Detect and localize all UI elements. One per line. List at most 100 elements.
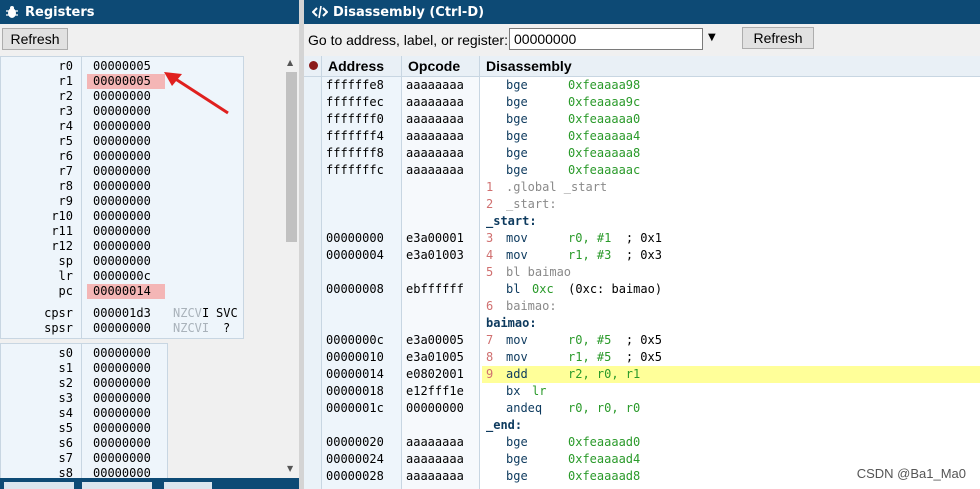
column-disassembly[interactable]: Disassembly [486,56,572,76]
register-value[interactable]: 00000000 [87,346,165,361]
register-value[interactable]: 00000000 [87,89,165,104]
register-value[interactable]: 00000000 [87,119,165,134]
register-value[interactable]: 00000014 [87,284,165,299]
label-row[interactable]: _start: [304,213,980,230]
register-value[interactable]: 00000000 [87,421,165,436]
goto-address-input[interactable] [509,28,703,50]
scrollbar-thumb[interactable] [286,72,297,242]
operands: r0, #5 [568,333,612,347]
operands: r1, #5 [568,350,612,364]
register-row: s7 00000000 [1,451,167,466]
register-value[interactable]: 00000000 [87,149,165,164]
register-value[interactable]: 00000000 [87,254,165,269]
register-flags: NZCVI [173,321,210,335]
instruction-row[interactable]: fffffff4 aaaaaaaa bge 0xfeaaaaa4 [304,128,980,145]
disassembly-cell: andeq r0, r0, r0 [482,400,980,417]
tab-other[interactable] [164,482,212,489]
instruction-row[interactable]: 00000004 e3a01003 4 mov r1, #3 ; 0x3 [304,247,980,264]
registers-scrollbar[interactable]: ▲ ▼ [283,56,299,477]
mnemonic: bge [506,163,528,177]
register-value[interactable]: 00000000 [87,164,165,179]
register-value[interactable]: 00000005 [87,74,165,89]
source-text: .global _start [506,180,608,194]
instruction-row[interactable]: 00000020 aaaaaaaa bge 0xfeaaaad0 [304,434,980,451]
line-number: 7 [486,333,494,347]
disassembly-toolbar: Go to address, label, or register: ▼ [304,24,980,56]
register-value[interactable]: 00000000 [87,104,165,119]
register-name: r7 [58,164,73,178]
register-value[interactable]: 00000000 [87,194,165,209]
line-number: 8 [486,350,494,364]
register-value[interactable]: 00000000 [87,239,165,254]
opcode-cell: e3a00005 [406,333,464,347]
register-row: r12 00000000 [1,239,241,254]
scroll-up-icon[interactable]: ▲ [287,58,293,67]
opcode-cell: aaaaaaaa [406,95,464,109]
instruction-row[interactable]: fffffffc aaaaaaaa bge 0xfeaaaaac [304,162,980,179]
instruction-row[interactable]: fffffff0 aaaaaaaa bge 0xfeaaaaa0 [304,111,980,128]
register-value[interactable]: 00000000 [87,406,165,421]
disassembly-cell: 5 bl baimao [482,264,980,281]
disassembly-cell: bge 0xfeaaaaac [482,162,980,179]
register-value[interactable]: 00000000 [87,224,165,239]
goto-dropdown-icon[interactable]: ▼ [708,32,716,43]
instruction-row[interactable]: 00000008 ebffffff bl 0xc (0xc: baimao) [304,281,980,298]
address-cell: 00000004 [326,248,384,262]
refresh-disassembly-button[interactable]: Refresh [742,27,814,49]
source-line-row[interactable]: 6 baimao: [304,298,980,315]
instruction-row[interactable]: 00000018 e12fff1e bx lr [304,383,980,400]
column-address[interactable]: Address [328,56,384,76]
disassembly-cell: baimao: [482,315,980,332]
opcode-cell: 00000000 [406,401,464,415]
instruction-row[interactable]: 00000000 e3a00001 3 mov r0, #1 ; 0x1 [304,230,980,247]
register-value[interactable]: 00000000 [87,209,165,224]
register-name: r6 [58,149,73,163]
breakpoint-icon[interactable] [309,61,318,70]
register-value[interactable]: 00000000 [87,179,165,194]
register-row: lr 0000000c [1,269,241,284]
instruction-row[interactable]: ffffffe8 aaaaaaaa bge 0xfeaaaa98 [304,77,980,94]
tab-registers[interactable] [4,482,74,489]
operands: 0xc [532,282,554,296]
annotation-arrow [164,72,229,115]
source-line-row[interactable]: 1 .global _start [304,179,980,196]
refresh-registers-button[interactable]: Refresh [2,28,68,50]
register-value[interactable]: 00000000 [87,361,165,376]
register-name: spsr [44,321,73,335]
disassembly-cell: 9 add r2, r0, r1 [482,366,980,383]
line-number: 3 [486,231,494,245]
register-value[interactable]: 00000000 [87,134,165,149]
register-value[interactable]: 00000000 [87,391,165,406]
opcode-cell: aaaaaaaa [406,469,464,483]
label-row[interactable]: baimao: [304,315,980,332]
instruction-row[interactable]: 00000010 e3a01005 8 mov r1, #5 ; 0x5 [304,349,980,366]
register-value[interactable]: 000001d3 [87,306,165,321]
register-value[interactable]: 00000000 [87,376,165,391]
register-value[interactable]: 00000000 [87,321,165,336]
mnemonic: andeq [506,401,543,415]
source-line-row[interactable]: 5 bl baimao [304,264,980,281]
register-name: r11 [51,224,73,238]
instruction-row[interactable]: 0000001c 00000000 andeq r0, r0, r0 [304,400,980,417]
register-value[interactable]: 0000000c [87,269,165,284]
register-value[interactable]: 00000000 [87,451,165,466]
mnemonic: bx [506,384,521,398]
instruction-row[interactable]: ffffffec aaaaaaaa bge 0xfeaaaa9c [304,94,980,111]
register-value[interactable]: 00000005 [87,59,165,74]
disassembly-grid: ffffffe8 aaaaaaaa bge 0xfeaaaa98 ffffffec aaa… [304,77,980,489]
instruction-row[interactable]: 0000000c e3a00005 7 mov r0, #5 ; 0x5 [304,332,980,349]
register-name: pc [58,284,73,298]
instruction-row[interactable]: 00000014 e0802001 9 add r2, r0, r1 [304,366,980,383]
address-cell: 00000010 [326,350,384,364]
instruction-row[interactable]: fffffff8 aaaaaaaa bge 0xfeaaaaa8 [304,145,980,162]
register-row: s1 00000000 [1,361,167,376]
register-name: r10 [51,209,73,223]
opcode-cell: aaaaaaaa [406,452,464,466]
tab-callstack[interactable] [82,482,152,489]
label-row[interactable]: _end: [304,417,980,434]
source-line-row[interactable]: 2 _start: [304,196,980,213]
disassembly-cell: bge 0xfeaaaaa8 [482,145,980,162]
column-opcode[interactable]: Opcode [408,56,460,76]
register-value[interactable]: 00000000 [87,436,165,451]
scroll-down-icon[interactable]: ▼ [287,464,293,473]
